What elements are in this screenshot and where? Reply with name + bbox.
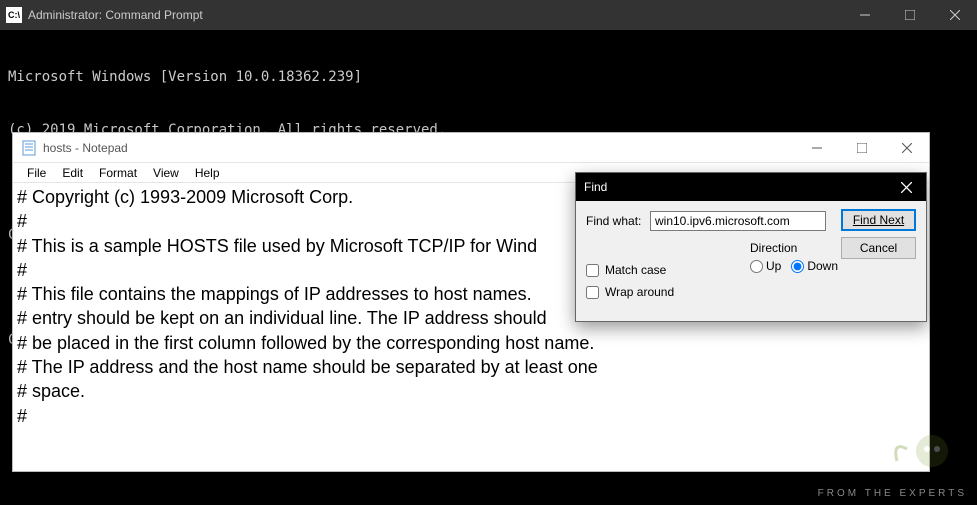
match-case-label: Match case xyxy=(605,263,666,277)
find-body: Find what: Find Next Cancel Direction Up… xyxy=(576,201,926,323)
menu-view[interactable]: View xyxy=(145,164,187,182)
down-label: Down xyxy=(807,259,838,273)
menu-format[interactable]: Format xyxy=(91,164,145,182)
wrap-around-input[interactable] xyxy=(586,286,599,299)
notepad-icon xyxy=(21,140,37,156)
notepad-window-controls xyxy=(794,133,929,162)
menu-file[interactable]: File xyxy=(19,164,54,182)
up-radio-input[interactable] xyxy=(750,260,763,273)
notepad-maximize-button[interactable] xyxy=(839,133,884,162)
notepad-titlebar: hosts - Notepad xyxy=(13,133,929,163)
cmd-title: Administrator: Command Prompt xyxy=(28,8,842,22)
notepad-title: hosts - Notepad xyxy=(43,141,794,155)
cmd-version-line: Microsoft Windows [Version 10.0.18362.23… xyxy=(8,69,969,87)
find-close-button[interactable] xyxy=(886,173,926,201)
cmd-titlebar: C:\ Administrator: Command Prompt xyxy=(0,0,977,30)
cmd-window-controls xyxy=(842,0,977,30)
cmd-minimize-button[interactable] xyxy=(842,0,887,30)
wrap-around-label: Wrap around xyxy=(605,285,674,299)
watermark-text: FROM THE EXPERTS xyxy=(818,488,967,499)
notepad-minimize-button[interactable] xyxy=(794,133,839,162)
find-next-button[interactable]: Find Next xyxy=(841,209,916,231)
find-what-input[interactable] xyxy=(650,211,826,231)
down-radio-input[interactable] xyxy=(791,260,804,273)
direction-group: Direction Up Down xyxy=(750,241,838,273)
direction-down-radio[interactable]: Down xyxy=(791,259,838,273)
wrap-around-checkbox[interactable]: Wrap around xyxy=(586,285,674,299)
find-what-label: Find what: xyxy=(586,214,644,228)
find-title: Find xyxy=(584,180,886,194)
match-case-checkbox[interactable]: Match case xyxy=(586,263,674,277)
up-label: Up xyxy=(766,259,781,273)
direction-up-radio[interactable]: Up xyxy=(750,259,781,273)
cmd-icon: C:\ xyxy=(6,7,22,23)
menu-edit[interactable]: Edit xyxy=(54,164,91,182)
watermark-logo xyxy=(877,431,957,481)
menu-help[interactable]: Help xyxy=(187,164,228,182)
cancel-button[interactable]: Cancel xyxy=(841,237,916,259)
find-titlebar: Find xyxy=(576,173,926,201)
notepad-close-button[interactable] xyxy=(884,133,929,162)
cmd-maximize-button[interactable] xyxy=(887,0,932,30)
direction-label: Direction xyxy=(750,241,838,255)
find-dialog: Find Find what: Find Next Cancel Directi… xyxy=(575,172,927,322)
cmd-close-button[interactable] xyxy=(932,0,977,30)
match-case-input[interactable] xyxy=(586,264,599,277)
